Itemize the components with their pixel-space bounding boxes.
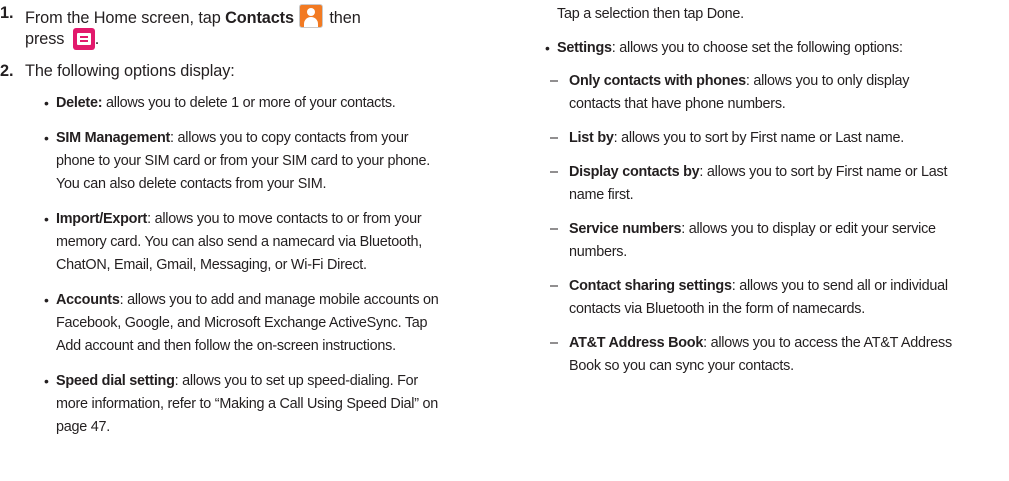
bullet-icon: •	[44, 373, 49, 389]
display-contacts-line-2: name first.	[569, 187, 634, 203]
accounts-term: Accounts	[56, 292, 120, 308]
sim-management-line-3: You can also delete contacts from your S…	[56, 176, 327, 192]
service-numbers-line-1: Service numbers: allows you to display o…	[569, 221, 936, 237]
list-by-line-1: List by: allows you to sort by First nam…	[569, 130, 904, 146]
menu-key-icon	[72, 28, 95, 50]
import-export-line-3: ChatON, Email, Gmail, Messaging, or Wi-F…	[56, 257, 367, 273]
service-numbers-line-2: numbers.	[569, 244, 627, 260]
speed-dial-line-3: page 47.	[56, 419, 111, 435]
settings-term: Settings	[557, 40, 612, 56]
display-contacts-term: Display contacts by	[569, 164, 700, 180]
speed-dial-line-1: Speed dial setting: allows you to set up…	[56, 373, 418, 389]
import-export-line-2: memory card. You can also send a namecar…	[56, 234, 422, 250]
contacts-app-icon	[298, 4, 323, 28]
step-1-period: .	[94, 30, 100, 48]
contact-sharing-line-2: contacts via Bluetooth in the form of na…	[569, 301, 865, 317]
service-numbers-term: Service numbers	[569, 221, 682, 237]
dash-icon: –	[550, 221, 559, 237]
speed-dial-term: Speed dial setting	[56, 373, 175, 389]
accounts-line-3: Add account and then follow the on-scree…	[56, 338, 396, 354]
bullet-icon: •	[44, 130, 49, 146]
manual-page: 1. From the Home screen, tap Contacts th…	[0, 0, 1009, 481]
only-contacts-line-1: Only contacts with phones: allows you to…	[569, 73, 910, 89]
att-address-book-line-2: Book so you can sync your contacts.	[569, 358, 794, 374]
dash-icon: –	[550, 164, 559, 180]
accounts-line-1: Accounts: allows you to add and manage m…	[56, 292, 439, 308]
import-export-line-1: Import/Export: allows you to move contac…	[56, 211, 422, 227]
sim-management-line-2: phone to your SIM card or from your SIM …	[56, 153, 430, 169]
step-1-text-post: then	[324, 9, 361, 27]
settings-line: Settings: allows you to choose set the f…	[557, 40, 903, 56]
sim-management-line-1: SIM Management: allows you to copy conta…	[56, 130, 409, 146]
att-address-book-term: AT&T Address Book	[569, 335, 704, 351]
att-address-book-line-1: AT&T Address Book: allows you to access …	[569, 335, 952, 351]
speed-dial-line-2: more information, refer to “Making a Cal…	[56, 396, 439, 412]
step-1-text-pre: From the Home screen, tap	[25, 9, 226, 27]
tap-selection-line: Tap a selection then tap Done.	[557, 6, 744, 22]
only-contacts-line-2: contacts that have phone numbers.	[569, 96, 786, 112]
step-1-number: 1.	[0, 4, 14, 22]
only-contacts-term: Only contacts with phones	[569, 73, 746, 89]
display-contacts-line-1: Display contacts by: allows you to sort …	[569, 164, 948, 180]
bullet-icon: •	[44, 95, 49, 111]
bullet-icon: •	[545, 40, 550, 56]
sim-management-term: SIM Management	[56, 130, 171, 146]
dash-icon: –	[550, 73, 559, 89]
bullet-icon: •	[44, 292, 49, 308]
accounts-line-2: Facebook, Google, and Microsoft Exchange…	[56, 315, 428, 331]
dash-icon: –	[550, 335, 559, 351]
delete-term: Delete:	[56, 95, 103, 111]
import-export-term: Import/Export	[56, 211, 148, 227]
step-1-press-text: press	[25, 30, 69, 48]
delete-item-line-1: Delete: allows you to delete 1 or more o…	[56, 95, 396, 111]
step-1-line-1: From the Home screen, tap Contacts then	[25, 4, 361, 28]
step-1-contacts-term: Contacts	[225, 9, 294, 27]
contact-sharing-term: Contact sharing settings	[569, 278, 732, 294]
dash-icon: –	[550, 130, 559, 146]
step-2-text: The following options display:	[25, 62, 235, 80]
step-1-line-2: press .	[25, 28, 99, 50]
list-by-term: List by	[569, 130, 614, 146]
step-2-number: 2.	[0, 62, 14, 80]
bullet-icon: •	[44, 211, 49, 227]
dash-icon: –	[550, 278, 559, 294]
contact-sharing-line-1: Contact sharing settings: allows you to …	[569, 278, 948, 294]
